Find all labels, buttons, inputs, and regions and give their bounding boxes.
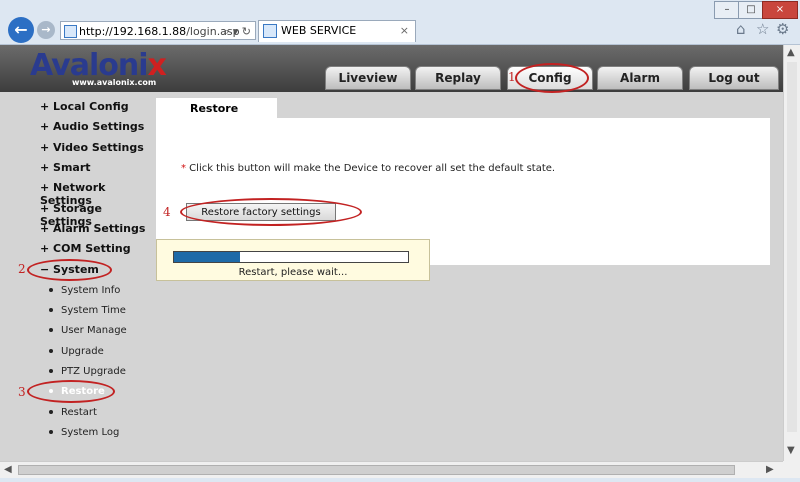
restart-progress-dialog: Restart, please wait... [156, 239, 430, 281]
page-icon [64, 25, 77, 38]
menu-smart[interactable]: + Smart [40, 161, 91, 174]
tab-logout[interactable]: Log out [689, 66, 779, 90]
progress-bar [173, 251, 409, 263]
scroll-right-icon[interactable]: ▶ [766, 464, 774, 475]
bullet-icon [49, 308, 53, 312]
tab-title: WEB SERVICE [281, 24, 357, 37]
annotation-ring-restore-button [180, 198, 362, 226]
search-refresh-icons[interactable]: ⌕ ▾ ↻ [223, 22, 251, 41]
submenu-upgrade[interactable]: Upgrade [49, 346, 104, 357]
progress-text: Restart, please wait... [238, 267, 348, 278]
bullet-icon [49, 328, 53, 332]
progress-fill [174, 252, 240, 262]
annotation-ring-config [515, 63, 589, 93]
star-icon[interactable]: ☆ [756, 20, 769, 38]
submenu-system-info[interactable]: System Info [49, 285, 120, 296]
tab-replay[interactable]: Replay [415, 66, 501, 90]
menu-alarm-settings[interactable]: + Alarm Settings [40, 222, 145, 235]
annotation-number: 1 [508, 70, 516, 84]
annotation-number: 2 [18, 262, 26, 276]
panel-tab-restore[interactable]: Restore [156, 98, 277, 120]
gear-icon[interactable]: ⚙ [776, 20, 789, 38]
scroll-down-icon[interactable]: ▼ [787, 445, 795, 456]
submenu-ptz-upgrade[interactable]: PTZ Upgrade [49, 366, 126, 377]
annotation-ring-restore [27, 380, 115, 403]
bullet-icon [49, 410, 53, 414]
browser-tab[interactable]: WEB SERVICE × [258, 20, 416, 42]
scroll-up-icon[interactable]: ▲ [787, 47, 795, 58]
bullet-icon [49, 369, 53, 373]
web-page: Avalonix www.avalonix.com Liveview Repla… [0, 45, 783, 461]
submenu-user-manage[interactable]: User Manage [49, 325, 127, 336]
minimize-button[interactable]: – [714, 1, 740, 19]
tab-liveview[interactable]: Liveview [325, 66, 411, 90]
browser-toolbar: – □ × ← → http://192.168.1.88/login.asp … [0, 0, 800, 45]
tab-alarm[interactable]: Alarm [597, 66, 683, 90]
url-host: http://192.168.1.88 [79, 25, 187, 38]
maximize-button[interactable]: □ [738, 1, 764, 19]
tab-favicon-icon [263, 24, 277, 38]
close-window-button[interactable]: × [762, 1, 798, 19]
brand-url: www.avalonix.com [72, 78, 157, 87]
horizontal-scrollbar[interactable]: ◀ ▶ [0, 461, 783, 478]
bullet-icon [49, 430, 53, 434]
menu-video-settings[interactable]: + Video Settings [40, 141, 144, 154]
back-arrow-icon: ← [14, 20, 28, 39]
window-bottom-border [0, 478, 800, 482]
back-button[interactable]: ← [8, 17, 34, 43]
annotation-number: 3 [18, 385, 26, 399]
vertical-scrollbar[interactable]: ▲ ▼ [783, 45, 800, 461]
bullet-icon [49, 288, 53, 292]
submenu-system-time[interactable]: System Time [49, 305, 126, 316]
menu-com-setting[interactable]: + COM Setting [40, 242, 131, 255]
address-bar[interactable]: http://192.168.1.88/login.asp ⌕ ▾ ↻ [60, 21, 256, 40]
submenu-restart[interactable]: Restart [49, 407, 97, 418]
menu-audio-settings[interactable]: + Audio Settings [40, 120, 144, 133]
app-header: Avalonix www.avalonix.com Liveview Repla… [0, 45, 783, 92]
home-icon[interactable]: ⌂ [736, 20, 746, 38]
scroll-left-icon[interactable]: ◀ [4, 464, 12, 475]
forward-button[interactable]: → [37, 21, 55, 39]
menu-local-config[interactable]: + Local Config [40, 100, 129, 113]
horizontal-scroll-thumb[interactable] [18, 465, 735, 475]
restore-note: * Click this button will make the Device… [181, 163, 556, 174]
tab-close-icon[interactable]: × [400, 21, 409, 41]
submenu-system-log[interactable]: System Log [49, 427, 119, 438]
annotation-number: 4 [163, 205, 171, 219]
vertical-scroll-thumb[interactable] [787, 62, 797, 432]
forward-arrow-icon: → [41, 23, 51, 36]
bullet-icon [49, 349, 53, 353]
annotation-ring-system [27, 259, 112, 281]
